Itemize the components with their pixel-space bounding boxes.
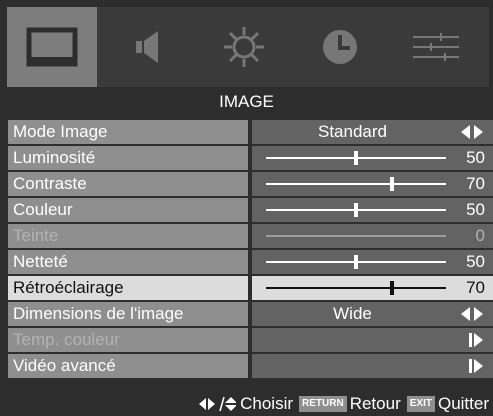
slider-value: 50 — [466, 200, 485, 219]
menu-row-value: 0 — [252, 224, 493, 248]
menu-row-label: Vidéo avancé — [8, 354, 248, 378]
menu-row: Temp. couleur — [8, 328, 493, 352]
menu-row[interactable]: Dimensions de l'image Wide — [8, 302, 493, 326]
equalizer-icon — [413, 33, 459, 61]
tab-picture[interactable] — [7, 7, 97, 87]
picture-icon — [26, 27, 78, 67]
menu-row-value[interactable]: 50 — [252, 198, 493, 222]
slider-track — [266, 235, 446, 237]
slider-track[interactable] — [266, 151, 446, 165]
menu-row-value[interactable]: 50 — [252, 250, 493, 274]
slider-thumb[interactable] — [354, 203, 358, 217]
exit-key-badge: EXIT — [406, 396, 435, 412]
menu-list: Mode Image Standard Luminosité 50 Contraste 7… — [8, 120, 493, 380]
slider-thumb[interactable] — [354, 255, 358, 269]
menu-row[interactable]: Netteté 50 — [8, 250, 493, 274]
footer-hints: Choisir RETURN Retour EXIT Quitter — [0, 392, 493, 416]
left-right-arrow-icon[interactable] — [461, 125, 483, 139]
exit-hint: Quitter — [437, 394, 489, 413]
slider-track[interactable] — [266, 281, 446, 295]
slider-thumb[interactable] — [390, 177, 394, 191]
menu-row-label: Contraste — [8, 172, 248, 196]
menu-row[interactable]: Vidéo avancé — [8, 354, 493, 378]
menu-row[interactable]: Couleur 50 — [8, 198, 493, 222]
menu-row-value[interactable]: 70 — [252, 172, 493, 196]
return-key-badge: RETURN — [299, 396, 347, 412]
menu-row-label: Rétroéclairage — [8, 276, 248, 300]
menu-row[interactable]: Rétroéclairage 70 — [8, 276, 493, 300]
menu-row-label: Netteté — [8, 250, 248, 274]
option-value: Wide — [333, 304, 372, 323]
option-value: Standard — [318, 122, 387, 141]
tab-timer[interactable] — [295, 7, 385, 87]
menu-row-label: Mode Image — [8, 120, 248, 144]
tab-sound[interactable] — [103, 7, 193, 87]
menu-row-value[interactable]: 70 — [252, 276, 493, 300]
menu-row-label: Luminosité — [8, 146, 248, 170]
left-right-arrow-icon[interactable] — [461, 307, 483, 321]
menu-title: IMAGE — [0, 88, 493, 115]
slider-thumb[interactable] — [354, 151, 358, 165]
menu-row-value — [252, 328, 493, 352]
slider-track[interactable] — [266, 177, 446, 191]
menu-row-value[interactable]: Wide — [252, 302, 493, 326]
slider-value: 50 — [466, 252, 485, 271]
slider-track[interactable] — [266, 255, 446, 269]
slider-thumb[interactable] — [390, 281, 394, 295]
sun-gear-icon — [224, 27, 264, 67]
slider-value: 50 — [466, 148, 485, 167]
submenu-arrow-icon[interactable] — [469, 359, 483, 373]
return-hint: Retour — [349, 394, 401, 413]
slider-value: 0 — [475, 226, 485, 245]
menu-row-label: Teinte — [8, 224, 248, 248]
tab-options[interactable] — [391, 7, 481, 87]
navigate-arrows-icon — [199, 396, 237, 412]
menu-row-value[interactable] — [252, 354, 493, 378]
submenu-arrow-icon[interactable] — [469, 333, 483, 347]
menu-row-label: Couleur — [8, 198, 248, 222]
menu-row-label: Temp. couleur — [8, 328, 248, 352]
menu-row-value[interactable]: 50 — [252, 146, 493, 170]
menu-row-value[interactable]: Standard — [252, 120, 493, 144]
clock-icon — [323, 30, 357, 64]
menu-row[interactable]: Contraste 70 — [8, 172, 493, 196]
menu-row[interactable]: Luminosité 50 — [8, 146, 493, 170]
osd-menu: IMAGE Mode Image Standard Luminosité 50 Cont… — [0, 0, 493, 416]
menu-row[interactable]: Mode Image Standard — [8, 120, 493, 144]
menu-row: Teinte 0 — [8, 224, 493, 248]
tab-setup[interactable] — [199, 7, 289, 87]
tab-bar — [7, 7, 489, 87]
slider-value: 70 — [466, 174, 485, 193]
menu-row-label: Dimensions de l'image — [8, 302, 248, 326]
slider-value: 70 — [466, 278, 485, 297]
choose-hint: Choisir — [240, 394, 294, 413]
slider-track[interactable] — [266, 203, 446, 217]
speaker-icon — [136, 31, 158, 63]
